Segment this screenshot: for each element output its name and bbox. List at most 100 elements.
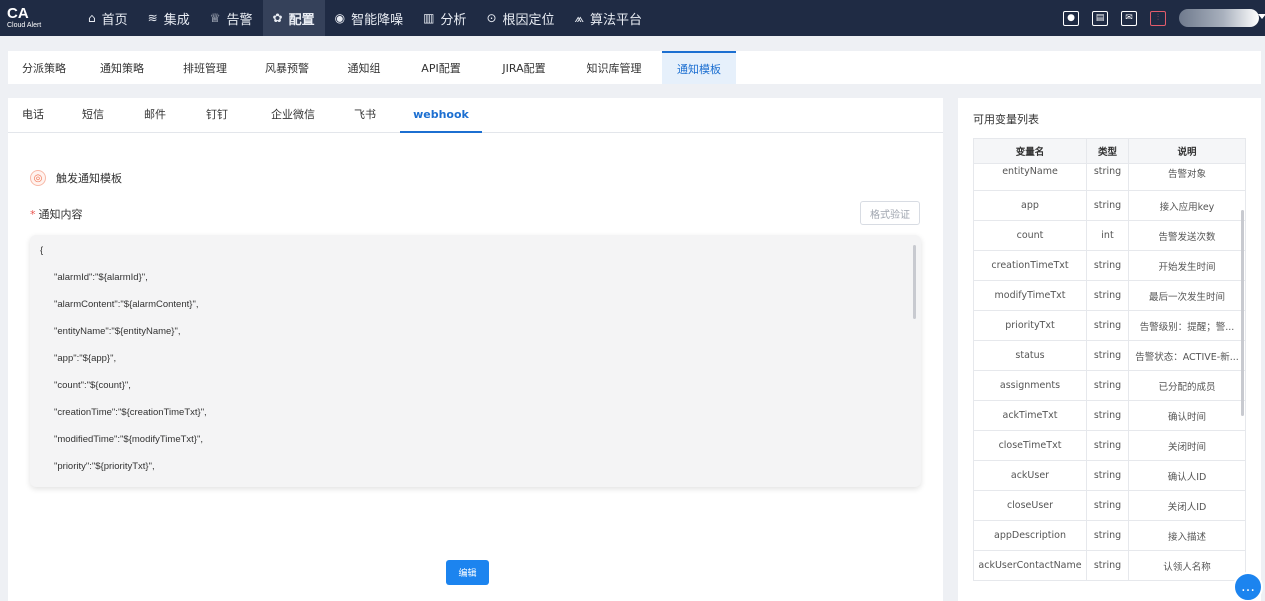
var-name-cell: ackUserContactName (973, 550, 1087, 581)
table-row: modifyTimeTxt string 最后一次发生时间 (973, 280, 1246, 311)
nav-item-label: 告警 (226, 12, 253, 28)
var-desc-cell: 关闭人ID (1128, 490, 1246, 521)
template-section-title: ◎ 触发通知模板 (30, 170, 122, 186)
var-name-cell: status (973, 340, 1087, 371)
var-name-cell: ackUser (973, 460, 1087, 491)
subtab-3[interactable]: 风暴预警 (246, 51, 328, 84)
variables-table: 变量名 类型 说明 entityName string 告警对象 app string 接… (973, 138, 1246, 581)
nav-item-3[interactable]: ✿ 配置 (262, 0, 325, 36)
cloud-alert-logo[interactable]: CA Cloud Alert (0, 0, 78, 36)
editor-scrollbar[interactable] (913, 245, 916, 319)
table-row: closeTimeTxt string 关闭时间 (973, 430, 1246, 461)
channel-tab-1[interactable]: 短信 (68, 98, 118, 133)
var-desc-cell: 已分配的成员 (1128, 370, 1246, 401)
nav-item-5[interactable]: ▥ 分析 (413, 0, 476, 36)
analytics-icon: ▥ (423, 11, 435, 25)
nav-item-1[interactable]: ≋ 集成 (138, 0, 200, 36)
required-mark: * (30, 208, 36, 221)
table-row: app string 接入应用key (973, 190, 1246, 221)
var-name-cell: assignments (973, 370, 1087, 401)
var-name-cell: ackTimeTxt (973, 400, 1087, 431)
table-row: status string 告警状态：ACTIVE-新... (973, 340, 1246, 371)
table-row: entityName string 告警对象 (973, 163, 1246, 191)
var-name-cell: closeUser (973, 490, 1087, 521)
nav-item-label: 首页 (101, 12, 128, 28)
layout-icon[interactable]: ▤ (1092, 10, 1108, 26)
subtab-4[interactable]: 通知组 (328, 51, 400, 84)
nav-item-6[interactable]: ⊙ 根因定位 (476, 0, 564, 36)
var-type-cell: string (1086, 280, 1129, 311)
var-desc-cell: 最后一次发生时间 (1128, 280, 1246, 311)
channel-tab-0[interactable]: 电话 (8, 98, 58, 133)
var-desc-cell: 告警状态：ACTIVE-新... (1128, 340, 1246, 371)
noise-icon: ◉ (334, 11, 346, 25)
subtab-2[interactable]: 排班管理 (164, 51, 246, 84)
subtab-0[interactable]: 分派策略 (8, 51, 80, 84)
chat-support-button[interactable]: … (1233, 572, 1263, 601)
trigger-icon: ◎ (30, 170, 46, 186)
caret-down-icon (1258, 14, 1265, 19)
var-name-cell: closeTimeTxt (973, 430, 1087, 461)
var-name-cell: creationTimeTxt (973, 250, 1087, 281)
logo-text: CA (7, 4, 29, 22)
message-icon[interactable]: ✉ (1121, 10, 1137, 26)
var-type-cell: string (1086, 460, 1129, 491)
var-type-cell: string (1086, 400, 1129, 431)
subtab-6[interactable]: JIRA配置 (482, 51, 566, 84)
var-name-cell: priorityTxt (973, 310, 1087, 341)
nav-item-label: 智能降噪 (351, 12, 404, 28)
notification-content-editor[interactable]: {"alarmId":"${alarmId}", "alarmContent":"… (30, 235, 921, 487)
user-menu[interactable] (1179, 9, 1265, 27)
channel-tab-2[interactable]: 邮件 (130, 98, 180, 133)
locate-icon: ⊙ (486, 11, 497, 25)
var-type-cell: string (1086, 370, 1129, 401)
var-desc-cell: 开始发生时间 (1128, 250, 1246, 281)
template-title-text: 触发通知模板 (56, 172, 122, 185)
nav-item-label: 分析 (440, 12, 467, 28)
table-row: priorityTxt string 告警级别：提醒；警... (973, 310, 1246, 341)
nav-item-2[interactable]: ♕ 告警 (200, 0, 263, 36)
nav-item-label: 集成 (163, 12, 190, 28)
var-desc-cell: 接入应用key (1128, 190, 1246, 221)
subtab-5[interactable]: API配置 (400, 51, 482, 84)
channel-tab-5[interactable]: 飞书 (340, 98, 390, 133)
var-type-cell: string (1086, 520, 1129, 551)
channel-tab-6[interactable]: webhook (400, 98, 482, 133)
subtab-8[interactable]: 通知模板 (662, 51, 736, 84)
nav-item-7[interactable]: ⩕ 算法平台 (565, 0, 652, 36)
top-right-tools: ● ▤ ✉ ⫶ (1063, 0, 1265, 36)
format-validate-button[interactable]: 格式验证 (860, 201, 920, 225)
nav-item-0[interactable]: ⌂ 首页 (78, 0, 138, 36)
variables-scrollbar[interactable] (1241, 210, 1244, 416)
code-line: "entityName":"${entityName}", (54, 326, 181, 337)
subtab-7[interactable]: 知识库管理 (566, 51, 662, 84)
nav-item-4[interactable]: ◉ 智能降噪 (325, 0, 414, 36)
var-type-cell: int (1086, 220, 1129, 251)
column-header-desc: 说明 (1128, 138, 1246, 164)
table-row: ackTimeTxt string 确认时间 (973, 400, 1246, 431)
var-type-cell: string (1086, 250, 1129, 281)
var-desc-cell: 告警发送次数 (1128, 220, 1246, 251)
rocket-icon[interactable]: ● (1063, 10, 1079, 26)
channel-tabs: 电话 短信 邮件 钉钉 企业微信 飞书 webhook (8, 98, 943, 133)
column-header-type: 类型 (1086, 138, 1129, 164)
nav-item-label: 算法平台 (589, 12, 642, 28)
var-name-cell: appDescription (973, 520, 1087, 551)
equalizer-icon[interactable]: ⫶ (1150, 10, 1166, 26)
code-line: "modifiedTime":"${modifyTimeTxt}", (54, 434, 203, 445)
table-row: closeUser string 关闭人ID (973, 490, 1246, 521)
var-name-cell: count (973, 220, 1087, 251)
subtab-1[interactable]: 通知策略 (80, 51, 164, 84)
channel-tab-3[interactable]: 钉钉 (192, 98, 242, 133)
nav-item-label: 配置 (288, 12, 315, 28)
chat-icon: … (1241, 579, 1255, 595)
code-line: "app":"${app}", (54, 353, 117, 364)
edit-button[interactable]: 编辑 (446, 560, 489, 585)
code-line: "priority":"${priorityTxt}", (54, 461, 155, 472)
settings-icon: ✿ (272, 11, 283, 25)
layers-icon: ≋ (147, 11, 158, 25)
var-desc-cell: 认领人名称 (1128, 550, 1246, 581)
code-line: "alarmContent":"${alarmContent}", (54, 299, 199, 310)
var-desc-cell: 确认人ID (1128, 460, 1246, 491)
channel-tab-4[interactable]: 企业微信 (256, 98, 330, 133)
